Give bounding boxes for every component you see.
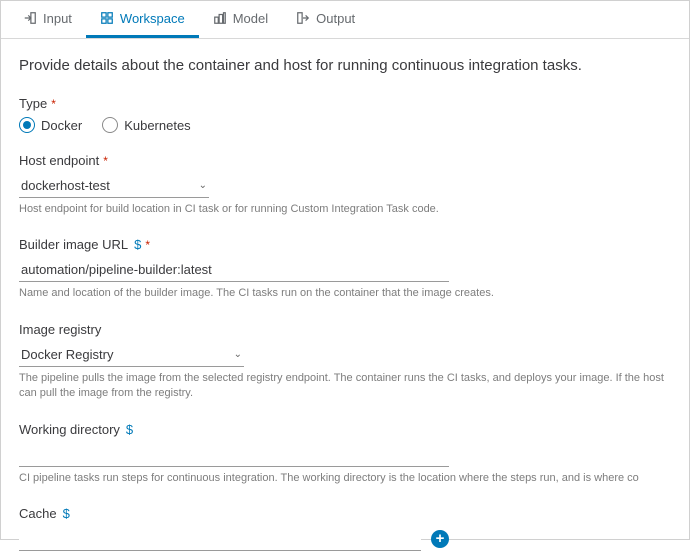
chevron-down-icon: ⌄ (199, 180, 207, 191)
radio-icon (102, 117, 118, 133)
image-registry-label: Image registry (19, 322, 101, 337)
variable-icon[interactable]: $ (63, 506, 70, 521)
tab-output[interactable]: Output (282, 1, 369, 38)
working-directory-label: Working directory (19, 422, 120, 437)
required-marker: * (51, 97, 56, 111)
builder-image-helper: Name and location of the builder image. … (19, 286, 671, 301)
radio-icon (19, 117, 35, 133)
cache-label: Cache (19, 506, 57, 521)
builder-image-label: Builder image URL (19, 237, 128, 252)
tab-model[interactable]: Model (199, 1, 282, 38)
output-icon (296, 11, 310, 25)
builder-image-input[interactable] (19, 258, 449, 282)
image-registry-select[interactable]: Docker Registry ⌄ (19, 343, 244, 367)
required-marker: * (103, 154, 108, 168)
host-endpoint-helper: Host endpoint for build location in CI t… (19, 202, 671, 217)
cache-input[interactable] (19, 527, 421, 551)
type-label: Type (19, 96, 47, 111)
workspace-form: Provide details about the container and … (1, 39, 689, 551)
model-icon (213, 11, 227, 25)
field-working-directory: Working directory $ CI pipeline tasks ru… (19, 422, 671, 486)
tab-input[interactable]: Input (9, 1, 86, 38)
host-endpoint-select[interactable]: dockerhost-test ⌄ (19, 174, 209, 198)
add-cache-button[interactable]: + (431, 530, 449, 548)
working-directory-helper: CI pipeline tasks run steps for continuo… (19, 471, 671, 486)
field-image-registry: Image registry Docker Registry ⌄ The pip… (19, 322, 671, 402)
radio-label: Kubernetes (124, 118, 191, 133)
required-marker: * (145, 238, 150, 252)
host-endpoint-label: Host endpoint (19, 153, 99, 168)
tab-label: Model (233, 11, 268, 26)
radio-docker[interactable]: Docker (19, 117, 82, 133)
tab-label: Workspace (120, 11, 185, 26)
field-host-endpoint: Host endpoint * dockerhost-test ⌄ Host e… (19, 153, 671, 217)
variable-icon[interactable]: $ (134, 237, 141, 252)
tab-workspace[interactable]: Workspace (86, 1, 199, 38)
radio-label: Docker (41, 118, 82, 133)
image-registry-helper: The pipeline pulls the image from the se… (19, 371, 671, 402)
radio-kubernetes[interactable]: Kubernetes (102, 117, 191, 133)
select-value: Docker Registry (21, 347, 113, 362)
select-value: dockerhost-test (21, 178, 110, 193)
page-heading: Provide details about the container and … (19, 57, 671, 74)
chevron-down-icon: ⌄ (234, 349, 242, 360)
tab-bar: Input Workspace Model Output (1, 1, 689, 39)
tab-label: Input (43, 11, 72, 26)
workspace-icon (100, 11, 114, 25)
working-directory-input[interactable] (19, 443, 449, 467)
tab-label: Output (316, 11, 355, 26)
field-builder-image: Builder image URL $ * Name and location … (19, 237, 671, 301)
field-cache: Cache $ + (19, 506, 671, 551)
input-icon (23, 11, 37, 25)
variable-icon[interactable]: $ (126, 422, 133, 437)
field-type: Type * Docker Kubernetes (19, 96, 671, 133)
